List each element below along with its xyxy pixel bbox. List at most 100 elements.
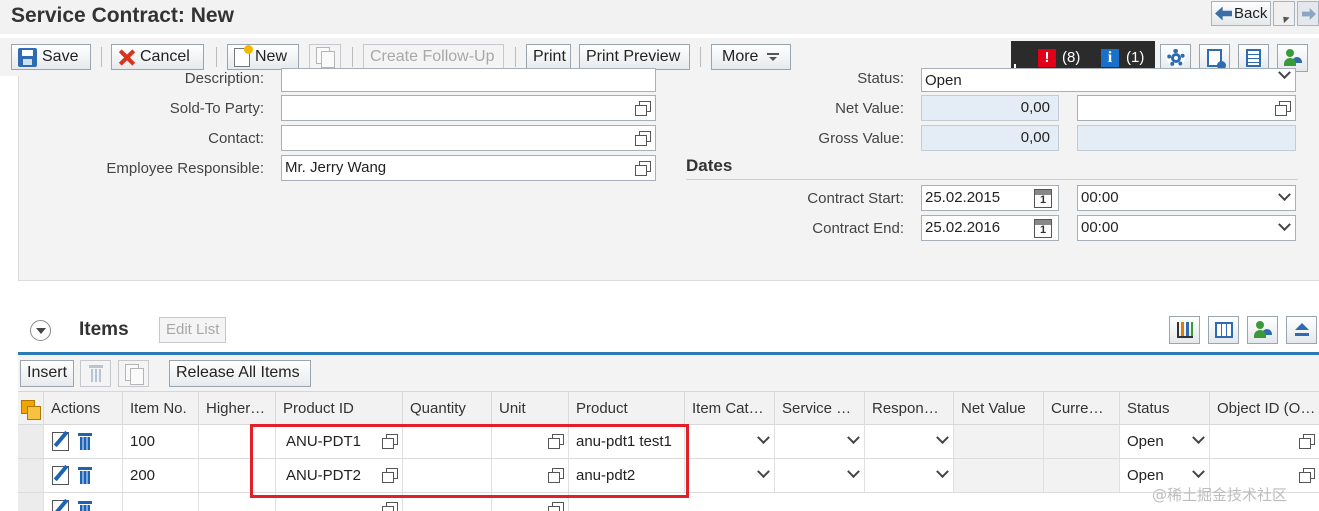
status-select[interactable]: Open xyxy=(921,68,1296,92)
value-help-icon[interactable] xyxy=(1299,434,1315,449)
value-help-icon[interactable] xyxy=(635,161,651,176)
copy-items-button[interactable] xyxy=(118,360,149,387)
item-category-select[interactable] xyxy=(684,459,774,492)
chevron-down-icon xyxy=(1278,218,1291,232)
employee-responsible-value: Mr. Jerry Wang xyxy=(285,159,387,176)
table-settings-button[interactable] xyxy=(1208,316,1239,344)
save-label: Save xyxy=(42,48,79,65)
collapse-toggle-icon[interactable] xyxy=(30,320,51,341)
contract-end-label: Contract End: xyxy=(812,220,904,237)
export-button[interactable] xyxy=(1286,316,1317,344)
header-details-panel: Description: Sold-To Party: Contact: Emp… xyxy=(18,68,1319,281)
info-count: (1) xyxy=(1126,49,1145,66)
description-field[interactable] xyxy=(281,68,656,92)
value-help-icon[interactable] xyxy=(1275,101,1291,116)
cancel-button[interactable]: Cancel xyxy=(111,44,204,70)
column-header-status[interactable]: Status xyxy=(1119,392,1209,425)
back-button[interactable]: Back xyxy=(1211,1,1271,26)
net-value-cell xyxy=(953,459,1043,492)
column-header-product-id[interactable]: Product ID xyxy=(275,392,402,425)
back-history-dropdown[interactable] xyxy=(1273,1,1295,26)
column-header-responsible[interactable]: Respon… xyxy=(864,392,953,425)
edit-icon[interactable] xyxy=(52,466,69,485)
responsible-select[interactable] xyxy=(864,425,953,458)
column-header-item-no[interactable]: Item No. xyxy=(122,392,198,425)
trash-icon[interactable] xyxy=(78,467,92,484)
toolbar-separator xyxy=(700,47,701,67)
trash-icon[interactable] xyxy=(78,501,92,511)
toolbar-separator xyxy=(216,47,217,67)
back-arrow-icon xyxy=(1215,6,1232,21)
status-select[interactable]: Open xyxy=(1119,425,1209,458)
column-header-net-value[interactable]: Net Value xyxy=(953,392,1043,425)
service-select[interactable] xyxy=(774,459,864,492)
currency-cell xyxy=(1043,459,1119,492)
items-personalize-button[interactable] xyxy=(1247,316,1278,344)
row-selector[interactable] xyxy=(18,493,43,511)
forward-button[interactable] xyxy=(1297,1,1319,26)
create-follow-up-button[interactable]: Create Follow-Up xyxy=(363,44,504,70)
print-button[interactable]: Print xyxy=(526,44,571,70)
edit-icon[interactable] xyxy=(52,500,69,511)
trash-icon[interactable] xyxy=(78,433,92,450)
highlight-annotation-box xyxy=(250,424,689,498)
column-header-object-id[interactable]: Object ID (O… xyxy=(1209,392,1319,425)
error-count: (8) xyxy=(1062,49,1081,66)
contract-end-time-select[interactable]: 00:00 xyxy=(1077,215,1296,241)
new-button[interactable]: New xyxy=(227,44,299,70)
copy-icon xyxy=(316,47,335,68)
delete-items-button[interactable] xyxy=(80,360,111,387)
service-select[interactable] xyxy=(774,425,864,458)
release-all-items-button[interactable]: Release All Items xyxy=(169,360,311,387)
save-button[interactable]: Save xyxy=(11,44,91,70)
list-icon xyxy=(1246,49,1261,67)
column-header-actions[interactable]: Actions xyxy=(43,392,122,425)
column-header-currency[interactable]: Curre… xyxy=(1043,392,1119,425)
column-header-quantity[interactable]: Quantity xyxy=(402,392,491,425)
back-label: Back xyxy=(1234,5,1268,22)
edit-icon[interactable] xyxy=(52,432,69,451)
column-header-item-category[interactable]: Item Cat… xyxy=(684,392,774,425)
print-preview-button[interactable]: Print Preview xyxy=(579,44,690,70)
more-menu-button[interactable]: More xyxy=(711,44,791,70)
cancel-label: Cancel xyxy=(140,48,190,65)
value-help-icon[interactable] xyxy=(635,131,651,146)
value-help-icon[interactable] xyxy=(382,502,398,511)
column-header-unit[interactable]: Unit xyxy=(491,392,568,425)
chevron-down-icon xyxy=(1278,188,1291,202)
chart-view-button[interactable] xyxy=(1169,316,1200,344)
status-value: Open xyxy=(1127,433,1164,450)
object-id-cell[interactable] xyxy=(1209,425,1319,458)
item-no-cell xyxy=(122,493,198,511)
toolbar-separator xyxy=(515,47,516,67)
row-selector[interactable] xyxy=(18,425,43,458)
contract-start-date-field[interactable]: 25.02.2015 xyxy=(921,185,1059,211)
gear-icon xyxy=(1166,49,1185,67)
column-header-higher-level[interactable]: Higher… xyxy=(198,392,275,425)
employee-responsible-field[interactable]: Mr. Jerry Wang xyxy=(281,155,656,181)
edit-list-button[interactable]: Edit List xyxy=(159,317,227,343)
insert-button[interactable]: Insert xyxy=(20,360,74,387)
value-help-icon[interactable] xyxy=(1299,468,1315,483)
column-header-product[interactable]: Product xyxy=(568,392,684,425)
sold-to-party-field[interactable] xyxy=(281,95,656,121)
responsible-select[interactable] xyxy=(864,459,953,492)
column-header-service[interactable]: Service … xyxy=(774,392,864,425)
calendar-icon[interactable] xyxy=(1034,219,1052,238)
calendar-icon[interactable] xyxy=(1034,189,1052,208)
item-category-select[interactable] xyxy=(684,425,774,458)
row-selector[interactable] xyxy=(18,459,43,492)
copy-button[interactable] xyxy=(309,44,341,70)
gross-value-field: 0,00 xyxy=(921,125,1059,151)
sold-to-party-label: Sold-To Party: xyxy=(169,100,264,117)
value-help-icon[interactable] xyxy=(548,502,564,511)
contract-start-time-select[interactable]: 00:00 xyxy=(1077,185,1296,211)
contact-field[interactable] xyxy=(281,125,656,151)
contract-end-date-field[interactable]: 25.02.2016 xyxy=(921,215,1059,241)
value-help-icon[interactable] xyxy=(635,101,651,116)
table-settings-cell[interactable] xyxy=(18,392,43,425)
person-settings-icon xyxy=(1253,321,1272,339)
net-value-currency-field[interactable] xyxy=(1077,95,1296,121)
document-settings-icon xyxy=(1207,49,1226,70)
copy-icon xyxy=(124,363,144,385)
